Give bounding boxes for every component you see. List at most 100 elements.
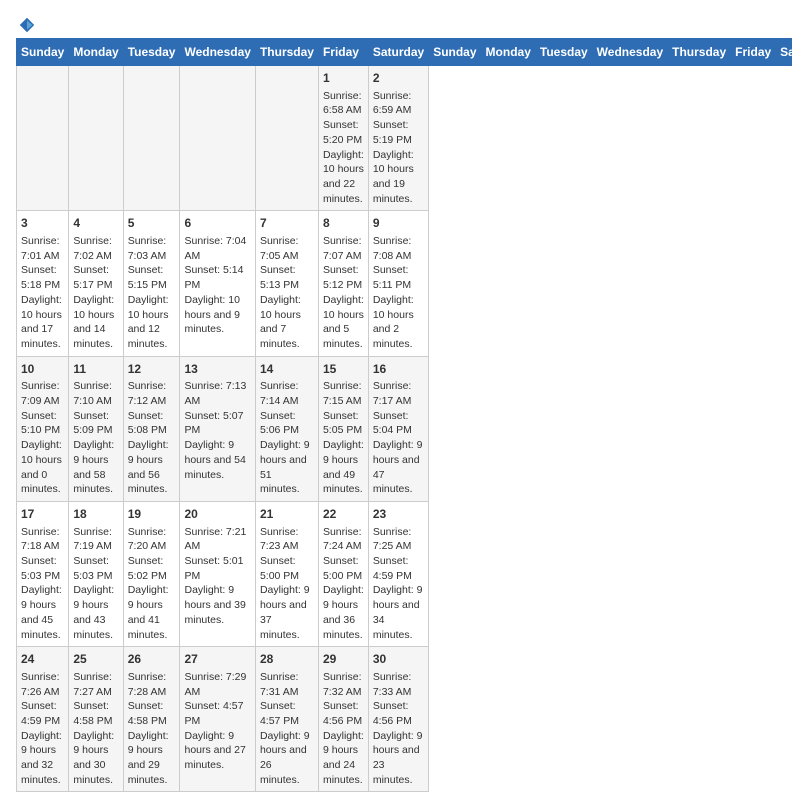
day-number: 23 [373,506,424,523]
weekday-header: Monday [481,39,535,66]
day-number: 7 [260,215,314,232]
day-info-line: Daylight: 9 hours and 54 minutes. [184,438,250,482]
day-number: 10 [21,361,64,378]
day-info-line: Daylight: 10 hours and 2 minutes. [373,293,424,352]
day-number: 25 [73,651,118,668]
calendar-cell: 13Sunrise: 7:13 AMSunset: 5:07 PMDayligh… [180,356,255,501]
day-info-line: Sunset: 5:00 PM [260,554,314,583]
day-info-line: Sunset: 4:57 PM [184,699,250,728]
calendar-cell: 7Sunrise: 7:05 AMSunset: 5:13 PMDaylight… [255,211,318,356]
day-info-line: Sunrise: 7:07 AM [323,234,364,263]
day-info-line: Sunrise: 7:15 AM [323,379,364,408]
day-info-line: Sunrise: 7:23 AM [260,525,314,554]
day-info-line: Sunrise: 7:04 AM [184,234,250,263]
calendar-cell: 29Sunrise: 7:32 AMSunset: 4:56 PMDayligh… [318,647,368,792]
calendar-week-row: 3Sunrise: 7:01 AMSunset: 5:18 PMDaylight… [17,211,792,356]
day-info-line: Sunrise: 7:05 AM [260,234,314,263]
calendar-cell: 17Sunrise: 7:18 AMSunset: 5:03 PMDayligh… [17,501,69,646]
day-number: 16 [373,361,424,378]
calendar-week-row: 10Sunrise: 7:09 AMSunset: 5:10 PMDayligh… [17,356,792,501]
day-info-line: Sunset: 5:14 PM [184,263,250,292]
day-info-line: Daylight: 9 hours and 41 minutes. [128,583,176,642]
calendar-cell: 15Sunrise: 7:15 AMSunset: 5:05 PMDayligh… [318,356,368,501]
day-info-line: Daylight: 9 hours and 36 minutes. [323,583,364,642]
day-info-line: Sunrise: 7:26 AM [21,670,64,699]
calendar-cell [69,66,123,211]
day-info-line: Daylight: 9 hours and 29 minutes. [128,729,176,788]
day-info-line: Sunset: 4:58 PM [73,699,118,728]
day-number: 4 [73,215,118,232]
day-info-line: Sunset: 5:09 PM [73,409,118,438]
day-info-line: Sunset: 5:10 PM [21,409,64,438]
day-info-line: Daylight: 9 hours and 43 minutes. [73,583,118,642]
calendar-cell: 18 Sunrise: 7:19 AMSunset: 5:03 PMDayligh… [69,501,123,646]
day-info-line: Daylight: 9 hours and 26 minutes. [260,729,314,788]
day-number: 1 [323,70,364,87]
day-info-line: Sunrise: 7:13 AM [184,379,250,408]
day-number: 22 [323,506,364,523]
day-info-line: Daylight: 9 hours and 24 minutes. [323,729,364,788]
calendar-cell [17,66,69,211]
day-number: 13 [184,361,250,378]
day-info-line: Sunrise: 7:10 AM [73,379,118,408]
calendar-cell: 23Sunrise: 7:25 AMSunset: 4:59 PMDayligh… [368,501,428,646]
day-number: 6 [184,215,250,232]
day-info-line: Sunrise: 7:01 AM [21,234,64,263]
calendar-cell: 16Sunrise: 7:17 AMSunset: 5:04 PMDayligh… [368,356,428,501]
day-of-week-header: Tuesday [123,39,180,66]
day-info-line: Daylight: 9 hours and 56 minutes. [128,438,176,497]
day-number: 20 [184,506,250,523]
day-info-line: Sunrise: 7:09 AM [21,379,64,408]
calendar-cell: 6Sunrise: 7:04 AMSunset: 5:14 PMDaylight… [180,211,255,356]
day-info-line: Sunset: 5:19 PM [373,118,424,147]
day-number: 18 [73,506,118,523]
day-number: 19 [128,506,176,523]
day-info-line: Sunset: 5:06 PM [260,409,314,438]
day-number: 17 [21,506,64,523]
weekday-header: Sunday [429,39,481,66]
day-info-line: Daylight: 10 hours and 14 minutes. [73,293,118,352]
day-number: 30 [373,651,424,668]
day-number: 24 [21,651,64,668]
day-number: 11 [73,361,118,378]
calendar-cell: 28Sunrise: 7:31 AMSunset: 4:57 PMDayligh… [255,647,318,792]
calendar-cell: 1Sunrise: 6:58 AMSunset: 5:20 PMDaylight… [318,66,368,211]
calendar-cell: 3Sunrise: 7:01 AMSunset: 5:18 PMDaylight… [17,211,69,356]
day-info-line: Sunset: 5:03 PM [21,554,64,583]
day-number: 26 [128,651,176,668]
day-info-line: Sunset: 5:13 PM [260,263,314,292]
day-info-line: Daylight: 10 hours and 19 minutes. [373,148,424,207]
day-of-week-header: Friday [318,39,368,66]
day-info-line: Sunrise: 7:19 AM [73,525,118,554]
weekday-header: Thursday [668,39,731,66]
day-info-line: Daylight: 9 hours and 30 minutes. [73,729,118,788]
day-info-line: Sunrise: 7:33 AM [373,670,424,699]
day-number: 15 [323,361,364,378]
calendar-cell: 24Sunrise: 7:26 AMSunset: 4:59 PMDayligh… [17,647,69,792]
day-info-line: Sunrise: 7:24 AM [323,525,364,554]
day-info-line: Sunset: 5:03 PM [73,554,118,583]
day-info-line: Sunset: 4:57 PM [260,699,314,728]
day-info-line: Sunrise: 7:08 AM [373,234,424,263]
day-info-line: Sunrise: 6:58 AM [323,89,364,118]
day-number: 27 [184,651,250,668]
calendar-cell: 30Sunrise: 7:33 AMSunset: 4:56 PMDayligh… [368,647,428,792]
day-info-line: Sunrise: 7:32 AM [323,670,364,699]
calendar-cell: 2Sunrise: 6:59 AMSunset: 5:19 PMDaylight… [368,66,428,211]
calendar-cell: 4Sunrise: 7:02 AMSunset: 5:17 PMDaylight… [69,211,123,356]
calendar-cell [180,66,255,211]
day-info-line: Daylight: 9 hours and 34 minutes. [373,583,424,642]
calendar-cell: 9Sunrise: 7:08 AMSunset: 5:11 PMDaylight… [368,211,428,356]
day-info-line: Daylight: 10 hours and 17 minutes. [21,293,64,352]
weekday-header: Saturday [776,39,792,66]
day-info-line: Sunrise: 7:18 AM [21,525,64,554]
day-info-line: Daylight: 10 hours and 0 minutes. [21,438,64,497]
day-info-line: Sunrise: 7:12 AM [128,379,176,408]
day-info-line: Sunset: 5:18 PM [21,263,64,292]
day-info-line: Sunset: 5:15 PM [128,263,176,292]
day-info-line: Sunset: 5:01 PM [184,554,250,583]
day-info-line: Daylight: 10 hours and 12 minutes. [128,293,176,352]
day-info-line: Sunset: 5:08 PM [128,409,176,438]
day-number: 29 [323,651,364,668]
calendar-cell: 19Sunrise: 7:20 AMSunset: 5:02 PMDayligh… [123,501,180,646]
